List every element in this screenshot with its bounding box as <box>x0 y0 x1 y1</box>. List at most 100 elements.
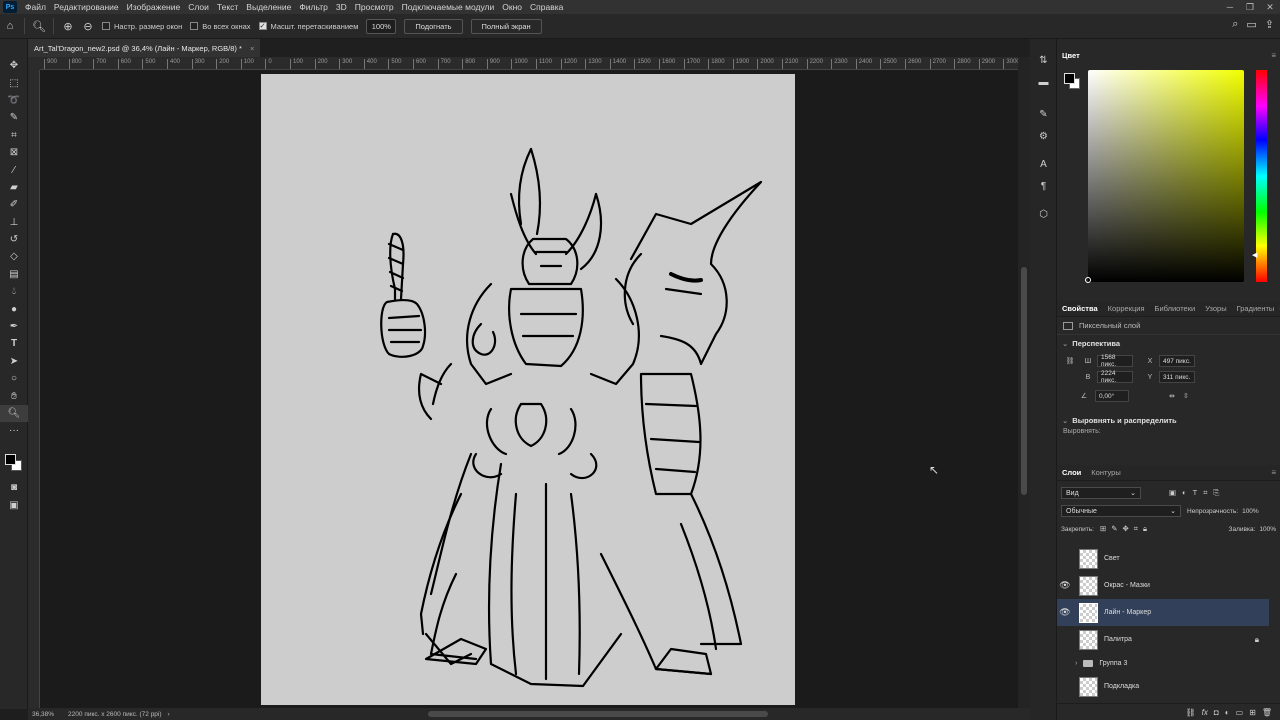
layer-row[interactable]: Подкладка <box>1057 673 1269 700</box>
crop-tool-icon[interactable]: ⌗ <box>0 127 28 144</box>
lasso-tool-icon[interactable]: ➰ <box>0 92 28 109</box>
scrubby-zoom-checkbox[interactable]: ✓ Масшт. перетаскиванием <box>258 22 358 31</box>
tab-layers[interactable]: Слои <box>1057 468 1086 477</box>
blend-mode-dropdown[interactable]: Обычные ⌄ <box>1061 505 1181 517</box>
transform-section-header[interactable]: ⌄ Перспектива <box>1057 335 1280 351</box>
layer-row[interactable]: 👁︎ Окрас - Мазки <box>1057 572 1269 599</box>
shape-tool-icon[interactable]: ○ <box>0 370 28 387</box>
marquee-tool-icon[interactable]: ⬚ <box>0 74 28 91</box>
vertical-scrollbar[interactable] <box>1018 57 1030 708</box>
menu-window[interactable]: Окно <box>498 2 526 12</box>
tab-paths[interactable]: Контуры <box>1086 468 1125 477</box>
blur-tool-icon[interactable]: 💧︎ <box>0 283 28 300</box>
home-icon[interactable]: ⌂ <box>0 16 20 36</box>
menu-type[interactable]: Текст <box>213 2 242 12</box>
scrollbar-thumb[interactable] <box>1021 267 1027 495</box>
layer-style-icon[interactable]: fx <box>1202 708 1208 717</box>
flip-horizontal-icon[interactable]: ⇹ <box>1169 392 1175 400</box>
search-icon[interactable]: ⌕ <box>1232 18 1238 31</box>
fill-screen-button[interactable]: Полный экран <box>470 18 542 34</box>
new-layer-icon[interactable]: ⊞ <box>1249 708 1256 717</box>
type-tool-icon[interactable]: T <box>0 335 28 352</box>
screen-mode-icon[interactable]: ▣ <box>0 497 28 514</box>
align-section-header[interactable]: ⌄ Выровнять и распределить <box>1057 412 1280 428</box>
canvas-workspace[interactable]: ↖ <box>40 70 1018 708</box>
tab-properties[interactable]: Свойства <box>1057 304 1103 313</box>
quick-mask-icon[interactable]: ◙ <box>0 479 28 496</box>
layer-row[interactable]: Палитра 🔒︎ <box>1057 626 1269 653</box>
fill-field[interactable]: 100% <box>1259 526 1276 533</box>
menu-layers[interactable]: Слои <box>184 2 213 12</box>
zoom-level[interactable]: 36,38% <box>32 711 54 718</box>
history-panel-icon[interactable]: ⇅ <box>1030 49 1057 71</box>
healing-brush-tool-icon[interactable]: ▰ <box>0 179 28 196</box>
status-menu-icon[interactable]: › <box>168 711 170 718</box>
quick-select-tool-icon[interactable]: ✎ <box>0 109 28 126</box>
comments-panel-icon[interactable]: ▬ <box>1030 71 1057 93</box>
document-canvas[interactable] <box>261 74 795 705</box>
share-icon[interactable]: ⇪ <box>1265 18 1274 31</box>
menu-select[interactable]: Выделение <box>242 2 295 12</box>
brush-settings-icon[interactable]: ✎ <box>1030 103 1057 125</box>
brush-tool-icon[interactable]: ✐ <box>0 196 28 213</box>
zoom-tool-icon[interactable]: 🔍︎ <box>0 404 28 423</box>
tab-color[interactable]: Цвет <box>1057 51 1085 60</box>
eyedropper-tool-icon[interactable]: ⁄ <box>0 161 28 178</box>
layer-row[interactable]: Свет <box>1057 545 1269 572</box>
menu-view[interactable]: Просмотр <box>351 2 398 12</box>
fit-screen-button[interactable]: Подогнать <box>404 18 463 34</box>
menu-plugins[interactable]: Подключаемые модули <box>398 2 499 12</box>
width-field[interactable]: 1568 пикс. <box>1097 354 1133 368</box>
paragraph-panel-icon[interactable]: ¶ <box>1030 175 1057 197</box>
document-tab[interactable]: Art_Tal'Dragon_new2.psd @ 36,4% (Лайн - … <box>28 39 261 57</box>
eye-icon[interactable]: 👁︎ <box>1057 607 1073 618</box>
hue-slider-marker[interactable]: ◀ <box>1252 251 1257 259</box>
x-field[interactable]: 497 пикс. <box>1159 355 1195 367</box>
move-tool-icon[interactable]: ✥ <box>0 57 28 74</box>
horizontal-ruler[interactable]: 900 800 700 600 500 400 300 200 100 0 100 200 300 400… <box>40 57 1018 70</box>
eraser-tool-icon[interactable]: ◇ <box>0 248 28 265</box>
history-brush-tool-icon[interactable]: ↺ <box>0 231 28 248</box>
restore-icon[interactable]: ❐ <box>1240 0 1260 14</box>
tab-gradients[interactable]: Градиенты <box>1232 304 1280 313</box>
hue-slider[interactable] <box>1256 70 1267 282</box>
document-size[interactable]: 2200 пикс. x 2600 пикс. (72 ppi) <box>68 711 162 718</box>
menu-help[interactable]: Справка <box>526 2 567 12</box>
path-select-tool-icon[interactable]: ➤ <box>0 353 28 370</box>
tab-adjustments[interactable]: Коррекция <box>1103 304 1150 313</box>
menu-edit[interactable]: Редактирование <box>50 2 123 12</box>
flip-vertical-icon[interactable]: ⇳ <box>1183 392 1189 400</box>
resize-windows-checkbox[interactable]: Настр. размер окон <box>102 22 182 31</box>
zoom-tool-preset-icon[interactable]: 🔍︎ <box>29 16 49 36</box>
horizontal-scrollbar-thumb[interactable] <box>428 711 768 717</box>
menu-3d[interactable]: 3D <box>332 2 351 12</box>
add-mask-icon[interactable]: ◘ <box>1214 708 1219 717</box>
delete-layer-icon[interactable]: 🗑︎ <box>1262 708 1272 717</box>
stamp-tool-icon[interactable]: ⊥ <box>0 214 28 231</box>
chevron-right-icon[interactable]: › <box>1075 660 1077 667</box>
zoom-out-icon[interactable]: ⊖ <box>78 16 98 36</box>
new-group-icon[interactable]: ▭ <box>1236 708 1244 717</box>
adjustment-layer-icon[interactable]: ◐ <box>1225 708 1230 717</box>
height-field[interactable]: 2224 пикс. <box>1097 370 1133 384</box>
dodge-tool-icon[interactable]: ● <box>0 300 28 317</box>
minimize-icon[interactable]: ─ <box>1220 0 1240 14</box>
more-tools-icon[interactable]: ··· <box>0 422 28 439</box>
color-saturation-field[interactable] <box>1085 70 1244 283</box>
hand-tool-icon[interactable]: ✋︎ <box>0 387 28 404</box>
menu-image[interactable]: Изображение <box>123 2 185 12</box>
angle-field[interactable]: 0,00° <box>1095 390 1129 402</box>
lock-options-icons[interactable]: ⊞✎✥⌗🔒︎ <box>1100 524 1152 534</box>
layer-row-selected[interactable]: 👁︎ Лайн - Маркер <box>1057 599 1269 626</box>
workspace-icon[interactable]: ▭ <box>1246 18 1256 31</box>
y-field[interactable]: 311 пикс. <box>1159 371 1195 383</box>
eye-icon[interactable]: 👁︎ <box>1057 580 1073 591</box>
color-picker-knob[interactable] <box>1085 277 1091 283</box>
vertical-ruler[interactable] <box>28 70 40 708</box>
layer-group-row[interactable]: › Группа 3 <box>1057 653 1269 673</box>
color-foreground-swatch[interactable] <box>1064 73 1075 84</box>
tab-patterns[interactable]: Узоры <box>1200 304 1231 313</box>
layer-filter-icons[interactable]: ▣◐T⌗⎘ <box>1169 488 1225 498</box>
panel-menu-icon[interactable]: ≡ <box>1271 51 1276 60</box>
zoom-100-button[interactable]: 100% <box>366 18 397 34</box>
